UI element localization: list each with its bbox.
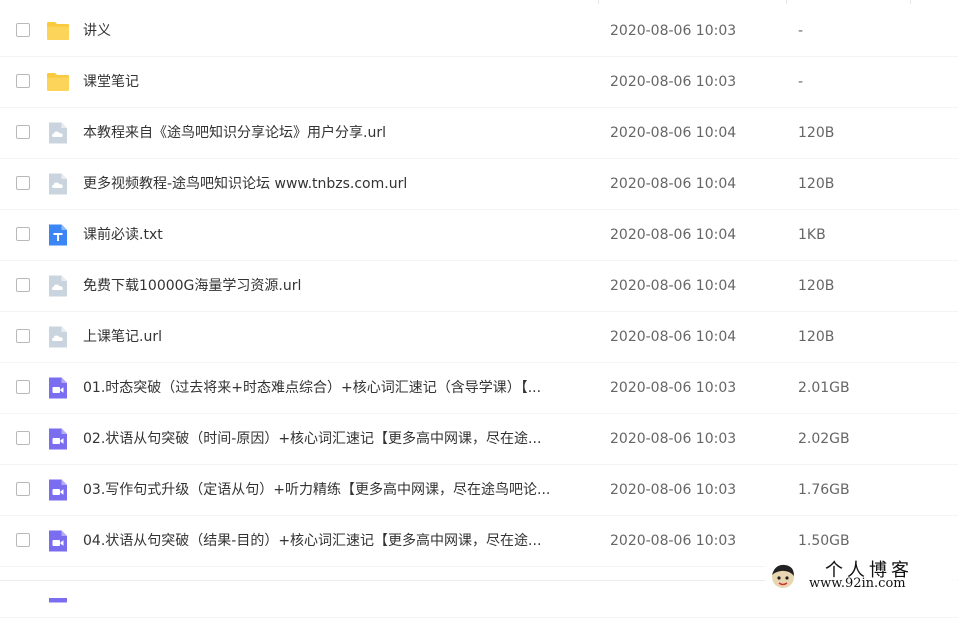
file-size: 2.02GB xyxy=(798,431,850,447)
file-modified-time: 2020-08-06 10:03 xyxy=(610,431,737,447)
video-file-icon xyxy=(46,376,70,400)
file-name[interactable]: 03.写作句式升级（定语从句）+听力精练【更多高中网课，尽在途鸟吧论... xyxy=(83,465,593,515)
file-name[interactable]: 01.时态突破（过去将来+时态难点综合）+核心词汇速记（含导学课）【... xyxy=(83,363,593,413)
file-row[interactable]: 02.状语从句突破（时间-原因）+核心词汇速记【更多高中网课，尽在途... 202… xyxy=(0,414,958,465)
row-checkbox[interactable] xyxy=(16,533,30,547)
file-row[interactable]: 本教程来自《途鸟吧知识分享论坛》用户分享.url 2020-08-06 10:04… xyxy=(0,108,958,159)
row-checkbox[interactable] xyxy=(16,431,30,445)
file-name[interactable]: 04.状语从句突破（结果-目的）+核心词汇速记【更多高中网课，尽在途... xyxy=(83,516,593,566)
file-row[interactable]: 讲义 2020-08-06 10:03 - xyxy=(0,6,958,57)
url-file-icon xyxy=(46,121,70,145)
file-modified-time: 2020-08-06 10:04 xyxy=(610,227,737,243)
file-row[interactable]: 更多视频教程-途鸟吧知识论坛 www.tnbzs.com.url 2020-08-… xyxy=(0,159,958,210)
file-modified-time: 2020-08-06 10:04 xyxy=(610,329,737,345)
url-file-icon xyxy=(46,172,70,196)
file-row[interactable]: 免费下载10000G海量学习资源.url 2020-08-06 10:04 120B xyxy=(0,261,958,312)
file-size: 120B xyxy=(798,125,835,141)
file-modified-time: 2020-08-06 10:03 xyxy=(610,533,737,549)
row-checkbox[interactable] xyxy=(16,482,30,496)
folder-icon xyxy=(46,70,70,94)
folder-icon xyxy=(46,19,70,43)
url-file-icon xyxy=(46,274,70,298)
file-name[interactable]: 02.状语从句突破（时间-原因）+核心词汇速记【更多高中网课，尽在途... xyxy=(83,414,593,464)
url-file-icon xyxy=(46,325,70,349)
file-name[interactable]: 课堂笔记 xyxy=(83,57,593,107)
file-name[interactable]: 本教程来自《途鸟吧知识分享论坛》用户分享.url xyxy=(83,108,593,158)
video-file-icon xyxy=(46,427,70,451)
file-row[interactable]: 上课笔记.url 2020-08-06 10:04 120B xyxy=(0,312,958,363)
text-file-icon xyxy=(46,223,70,247)
file-name[interactable]: 讲义 xyxy=(83,6,593,56)
row-checkbox[interactable] xyxy=(16,125,30,139)
row-checkbox[interactable] xyxy=(16,329,30,343)
file-modified-time: 2020-08-06 10:03 xyxy=(610,23,737,39)
file-modified-time: 2020-08-06 10:03 xyxy=(610,74,737,90)
row-checkbox[interactable] xyxy=(16,380,30,394)
column-header-edge xyxy=(0,0,958,4)
file-row[interactable]: 03.写作句式升级（定语从句）+听力精练【更多高中网课，尽在途鸟吧论... 202… xyxy=(0,465,958,516)
avatar-icon xyxy=(772,564,794,588)
file-size: 2.01GB xyxy=(798,380,850,396)
file-size: - xyxy=(798,23,804,39)
watermark-url: www.92in.com xyxy=(809,576,906,591)
row-checkbox[interactable] xyxy=(16,278,30,292)
row-checkbox[interactable] xyxy=(16,176,30,190)
file-name[interactable]: 更多视频教程-途鸟吧知识论坛 www.tnbzs.com.url xyxy=(83,159,593,209)
file-modified-time: 2020-08-06 10:03 xyxy=(610,380,737,396)
file-row[interactable]: 01.时态突破（过去将来+时态难点综合）+核心词汇速记（含导学课）【... 202… xyxy=(0,363,958,414)
file-modified-time: 2020-08-06 10:04 xyxy=(610,176,737,192)
row-checkbox[interactable] xyxy=(16,227,30,241)
file-size: 120B xyxy=(798,176,835,192)
file-modified-time: 2020-08-06 10:04 xyxy=(610,278,737,294)
video-file-icon xyxy=(46,478,70,502)
file-name[interactable]: 课前必读.txt xyxy=(83,210,593,260)
file-modified-time: 2020-08-06 10:03 xyxy=(610,482,737,498)
watermark: 个人博客 www.92in.com xyxy=(765,556,957,596)
file-row[interactable]: 课堂笔记 2020-08-06 10:03 - xyxy=(0,57,958,108)
file-size: 1KB xyxy=(798,227,826,243)
row-checkbox[interactable] xyxy=(16,74,30,88)
file-size: 1.76GB xyxy=(798,482,850,498)
video-file-icon xyxy=(46,529,70,553)
file-size: 120B xyxy=(798,278,835,294)
file-name[interactable]: 上课笔记.url xyxy=(83,312,593,362)
file-size: - xyxy=(798,74,804,90)
file-row[interactable]: 课前必读.txt 2020-08-06 10:04 1KB xyxy=(0,210,958,261)
file-list: 讲义 2020-08-06 10:03 - 课堂笔记 2020-08-06 10:03 -… xyxy=(0,6,958,618)
file-name[interactable]: 免费下载10000G海量学习资源.url xyxy=(83,261,593,311)
file-size: 120B xyxy=(798,329,835,345)
row-checkbox[interactable] xyxy=(16,23,30,37)
file-modified-time: 2020-08-06 10:04 xyxy=(610,125,737,141)
